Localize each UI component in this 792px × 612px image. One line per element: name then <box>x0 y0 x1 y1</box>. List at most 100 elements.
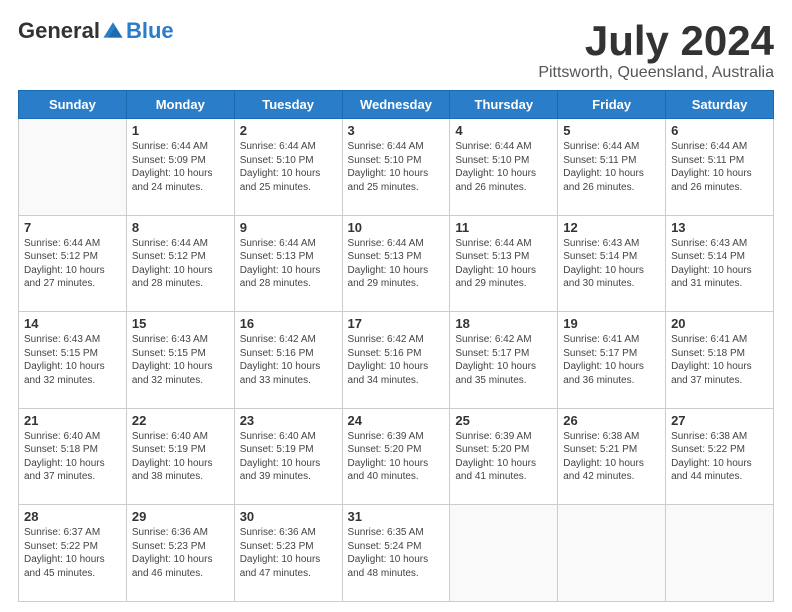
day-number: 23 <box>240 413 337 428</box>
calendar-header-row: SundayMondayTuesdayWednesdayThursdayFrid… <box>19 91 774 119</box>
cell-content: Sunrise: 6:38 AM Sunset: 5:22 PM Dayligh… <box>671 430 768 484</box>
day-header-sunday: Sunday <box>19 91 127 119</box>
day-header-thursday: Thursday <box>450 91 558 119</box>
day-number: 20 <box>671 316 768 331</box>
logo-text: General Blue <box>18 18 174 44</box>
cell-content: Sunrise: 6:44 AM Sunset: 5:10 PM Dayligh… <box>455 140 552 194</box>
calendar-cell: 11 Sunrise: 6:44 AM Sunset: 5:13 PM Dayli… <box>450 215 558 312</box>
calendar-cell: 1 Sunrise: 6:44 AM Sunset: 5:09 PM Daylig… <box>126 119 234 216</box>
cell-content: Sunrise: 6:39 AM Sunset: 5:20 PM Dayligh… <box>348 430 445 484</box>
cell-content: Sunrise: 6:40 AM Sunset: 5:19 PM Dayligh… <box>132 430 229 484</box>
day-header-wednesday: Wednesday <box>342 91 450 119</box>
cell-content: Sunrise: 6:42 AM Sunset: 5:16 PM Dayligh… <box>348 333 445 387</box>
cell-content: Sunrise: 6:37 AM Sunset: 5:22 PM Dayligh… <box>24 526 121 580</box>
day-number: 21 <box>24 413 121 428</box>
cell-content: Sunrise: 6:44 AM Sunset: 5:09 PM Dayligh… <box>132 140 229 194</box>
day-number: 27 <box>671 413 768 428</box>
calendar-cell <box>558 505 666 602</box>
cell-content: Sunrise: 6:43 AM Sunset: 5:14 PM Dayligh… <box>671 237 768 291</box>
calendar-cell: 18 Sunrise: 6:42 AM Sunset: 5:17 PM Dayli… <box>450 312 558 409</box>
calendar-cell: 26 Sunrise: 6:38 AM Sunset: 5:21 PM Dayli… <box>558 408 666 505</box>
cell-content: Sunrise: 6:40 AM Sunset: 5:19 PM Dayligh… <box>240 430 337 484</box>
calendar-cell: 28Sunrise: 6:37 AM Sunset: 5:22 PM Dayli… <box>19 505 127 602</box>
day-number: 24 <box>348 413 445 428</box>
day-header-saturday: Saturday <box>666 91 774 119</box>
month-title: July 2024 <box>538 18 774 64</box>
calendar-cell: 17 Sunrise: 6:42 AM Sunset: 5:16 PM Dayli… <box>342 312 450 409</box>
calendar-row: 7Sunrise: 6:44 AM Sunset: 5:12 PM Daylig… <box>19 215 774 312</box>
day-header-monday: Monday <box>126 91 234 119</box>
cell-content: Sunrise: 6:44 AM Sunset: 5:11 PM Dayligh… <box>563 140 660 194</box>
calendar-cell: 14 Sunrise: 6:43 AM Sunset: 5:15 PM Dayli… <box>19 312 127 409</box>
calendar-cell: 20 Sunrise: 6:41 AM Sunset: 5:18 PM Dayli… <box>666 312 774 409</box>
cell-content: Sunrise: 6:40 AM Sunset: 5:18 PM Dayligh… <box>24 430 121 484</box>
day-number: 29 <box>132 509 229 524</box>
calendar-cell: 2Sunrise: 6:44 AM Sunset: 5:10 PM Daylig… <box>234 119 342 216</box>
day-number: 17 <box>348 316 445 331</box>
cell-content: Sunrise: 6:42 AM Sunset: 5:17 PM Dayligh… <box>455 333 552 387</box>
page: General Blue July 2024 Pittsworth, Queen… <box>0 0 792 612</box>
day-number: 6 <box>671 123 768 138</box>
day-number: 5 <box>563 123 660 138</box>
day-number: 25 <box>455 413 552 428</box>
day-number: 2 <box>240 123 337 138</box>
cell-content: Sunrise: 6:43 AM Sunset: 5:15 PM Dayligh… <box>24 333 121 387</box>
calendar-cell: 19 Sunrise: 6:41 AM Sunset: 5:17 PM Dayli… <box>558 312 666 409</box>
day-number: 12 <box>563 220 660 235</box>
calendar-cell: 10 Sunrise: 6:44 AM Sunset: 5:13 PM Dayli… <box>342 215 450 312</box>
day-number: 4 <box>455 123 552 138</box>
calendar-cell: 4 Sunrise: 6:44 AM Sunset: 5:10 PM Daylig… <box>450 119 558 216</box>
calendar-row: 21 Sunrise: 6:40 AM Sunset: 5:18 PM Dayli… <box>19 408 774 505</box>
day-number: 7 <box>24 220 121 235</box>
calendar-cell: 30Sunrise: 6:36 AM Sunset: 5:23 PM Dayli… <box>234 505 342 602</box>
calendar-cell: 9 Sunrise: 6:44 AM Sunset: 5:13 PM Daylig… <box>234 215 342 312</box>
calendar-table: SundayMondayTuesdayWednesdayThursdayFrid… <box>18 90 774 602</box>
calendar-cell: 7Sunrise: 6:44 AM Sunset: 5:12 PM Daylig… <box>19 215 127 312</box>
day-number: 11 <box>455 220 552 235</box>
cell-content: Sunrise: 6:43 AM Sunset: 5:15 PM Dayligh… <box>132 333 229 387</box>
cell-content: Sunrise: 6:41 AM Sunset: 5:17 PM Dayligh… <box>563 333 660 387</box>
logo-icon <box>102 20 124 42</box>
calendar-cell: 22Sunrise: 6:40 AM Sunset: 5:19 PM Dayli… <box>126 408 234 505</box>
calendar-cell: 29 Sunrise: 6:36 AM Sunset: 5:23 PM Dayli… <box>126 505 234 602</box>
cell-content: Sunrise: 6:36 AM Sunset: 5:23 PM Dayligh… <box>132 526 229 580</box>
day-number: 14 <box>24 316 121 331</box>
cell-content: Sunrise: 6:38 AM Sunset: 5:21 PM Dayligh… <box>563 430 660 484</box>
day-header-tuesday: Tuesday <box>234 91 342 119</box>
calendar-cell: 8Sunrise: 6:44 AM Sunset: 5:12 PM Daylig… <box>126 215 234 312</box>
cell-content: Sunrise: 6:44 AM Sunset: 5:13 PM Dayligh… <box>348 237 445 291</box>
cell-content: Sunrise: 6:42 AM Sunset: 5:16 PM Dayligh… <box>240 333 337 387</box>
day-number: 18 <box>455 316 552 331</box>
cell-content: Sunrise: 6:44 AM Sunset: 5:13 PM Dayligh… <box>240 237 337 291</box>
calendar-cell: 24 Sunrise: 6:39 AM Sunset: 5:20 PM Dayli… <box>342 408 450 505</box>
calendar-cell: 27 Sunrise: 6:38 AM Sunset: 5:22 PM Dayli… <box>666 408 774 505</box>
calendar-cell: 12 Sunrise: 6:43 AM Sunset: 5:14 PM Dayli… <box>558 215 666 312</box>
day-number: 15 <box>132 316 229 331</box>
calendar-row: 28Sunrise: 6:37 AM Sunset: 5:22 PM Dayli… <box>19 505 774 602</box>
day-number: 16 <box>240 316 337 331</box>
calendar-row: 1 Sunrise: 6:44 AM Sunset: 5:09 PM Daylig… <box>19 119 774 216</box>
header: General Blue July 2024 Pittsworth, Queen… <box>18 18 774 82</box>
logo-blue: Blue <box>126 18 174 44</box>
calendar-cell: 16 Sunrise: 6:42 AM Sunset: 5:16 PM Dayli… <box>234 312 342 409</box>
day-header-friday: Friday <box>558 91 666 119</box>
cell-content: Sunrise: 6:43 AM Sunset: 5:14 PM Dayligh… <box>563 237 660 291</box>
calendar-cell: 6 Sunrise: 6:44 AM Sunset: 5:11 PM Daylig… <box>666 119 774 216</box>
day-number: 10 <box>348 220 445 235</box>
day-number: 19 <box>563 316 660 331</box>
calendar-cell: 23 Sunrise: 6:40 AM Sunset: 5:19 PM Dayli… <box>234 408 342 505</box>
day-number: 9 <box>240 220 337 235</box>
day-number: 26 <box>563 413 660 428</box>
title-block: July 2024 Pittsworth, Queensland, Austra… <box>538 18 774 82</box>
calendar-cell: 25Sunrise: 6:39 AM Sunset: 5:20 PM Dayli… <box>450 408 558 505</box>
cell-content: Sunrise: 6:36 AM Sunset: 5:23 PM Dayligh… <box>240 526 337 580</box>
calendar-cell: 15 Sunrise: 6:43 AM Sunset: 5:15 PM Dayli… <box>126 312 234 409</box>
calendar-cell <box>666 505 774 602</box>
day-number: 1 <box>132 123 229 138</box>
calendar-cell <box>19 119 127 216</box>
cell-content: Sunrise: 6:41 AM Sunset: 5:18 PM Dayligh… <box>671 333 768 387</box>
cell-content: Sunrise: 6:44 AM Sunset: 5:11 PM Dayligh… <box>671 140 768 194</box>
day-number: 13 <box>671 220 768 235</box>
day-number: 3 <box>348 123 445 138</box>
cell-content: Sunrise: 6:44 AM Sunset: 5:13 PM Dayligh… <box>455 237 552 291</box>
